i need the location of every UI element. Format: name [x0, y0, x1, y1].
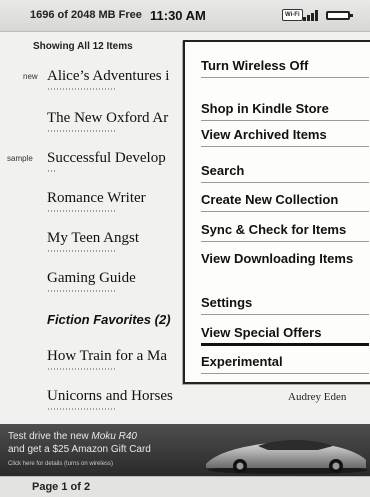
item-author: Audrey Eden	[288, 391, 347, 403]
selection-underline	[201, 343, 369, 346]
home-menu: Turn Wireless Off Shop in Kindle Store V…	[183, 40, 370, 384]
page-indicator: Page 1 of 2	[32, 481, 91, 493]
item-title: Gaming Guide	[47, 270, 136, 286]
menu-divider	[201, 146, 369, 147]
item-title: Romance Writer	[47, 190, 146, 206]
menu-divider	[201, 241, 369, 242]
ad-details-link[interactable]: Click here for details (turns on wireles…	[8, 461, 113, 467]
reading-progress-dots	[47, 290, 115, 292]
reading-progress-dots	[47, 250, 115, 252]
menu-item-label: Shop in Kindle Store	[201, 101, 329, 116]
item-title: How Train for a Ma	[47, 348, 167, 364]
item-title: Alice’s Adventures i	[47, 68, 170, 84]
special-offer-banner[interactable]: Test drive the new Moku R40 and get a $2…	[0, 424, 370, 476]
menu-item-label: Create New Collection	[201, 192, 339, 207]
signal-strength-icon	[303, 10, 318, 21]
wifi-icon: Wi-Fi	[282, 9, 303, 21]
menu-divider	[201, 182, 369, 183]
ad-headline: Test drive the new Moku R40	[8, 431, 137, 442]
showing-filter[interactable]: Showing All 12 Items	[33, 41, 133, 52]
menu-item-label: Sync & Check for Items	[201, 222, 347, 237]
item-title: Unicorns and Horses	[47, 388, 173, 404]
menu-item-view-downloading[interactable]: View Downloading Items	[201, 251, 370, 266]
item-title: My Teen Angst	[47, 230, 140, 246]
sample-badge: sample	[7, 154, 33, 163]
menu-item-settings[interactable]: Settings	[201, 295, 370, 315]
menu-item-label: Turn Wireless Off	[201, 58, 309, 73]
pagination-footer: Page 1 of 2	[0, 476, 370, 497]
menu-divider	[201, 120, 369, 121]
reading-progress-dots	[47, 88, 115, 90]
menu-item-turn-wireless-off[interactable]: Turn Wireless Off	[201, 58, 370, 78]
status-bar: 1696 of 2048 MB Free 11:30 AM Wi-Fi	[0, 0, 370, 32]
ad-subline: and get a $25 Amazon Gift Card	[8, 444, 151, 455]
reading-progress-dots	[47, 210, 115, 212]
reading-progress-dots	[47, 408, 115, 410]
menu-item-label: Settings	[201, 295, 253, 310]
menu-item-label: View Downloading Items	[201, 251, 354, 266]
menu-item-search[interactable]: Search	[201, 163, 370, 183]
menu-item-label: View Special Offers	[201, 325, 322, 340]
menu-item-label: Search	[201, 163, 245, 178]
menu-item-shop-kindle-store[interactable]: Shop in Kindle Store	[201, 101, 370, 121]
menu-item-experimental[interactable]: Experimental	[201, 354, 370, 374]
menu-item-create-new-collection[interactable]: Create New Collection	[201, 192, 370, 212]
reading-progress-dots	[47, 368, 115, 370]
menu-divider	[201, 314, 369, 315]
menu-item-sync-check[interactable]: Sync & Check for Items	[201, 222, 370, 242]
reading-progress-dots	[47, 130, 115, 132]
collection-title: Fiction Favorites (2)	[47, 312, 171, 327]
item-title: Successful Develop	[47, 150, 166, 166]
list-item[interactable]: Unicorns and Horses Audrey Eden	[0, 388, 370, 426]
clock: 11:30 AM	[150, 8, 206, 23]
battery-icon	[326, 11, 353, 20]
new-badge: new	[23, 72, 38, 81]
menu-item-label: Experimental	[201, 354, 283, 369]
menu-item-view-archived-items[interactable]: View Archived Items	[201, 127, 370, 147]
menu-item-label: View Archived Items	[201, 127, 327, 142]
item-title: The New Oxford Ar	[47, 110, 169, 126]
storage-free: 1696 of 2048 MB Free	[30, 9, 142, 21]
reading-progress-dots	[47, 170, 57, 172]
menu-divider	[201, 211, 369, 212]
menu-divider	[201, 77, 369, 78]
menu-divider	[201, 373, 369, 374]
menu-item-view-special-offers[interactable]: View Special Offers	[201, 325, 370, 346]
car-image-icon	[206, 440, 368, 474]
